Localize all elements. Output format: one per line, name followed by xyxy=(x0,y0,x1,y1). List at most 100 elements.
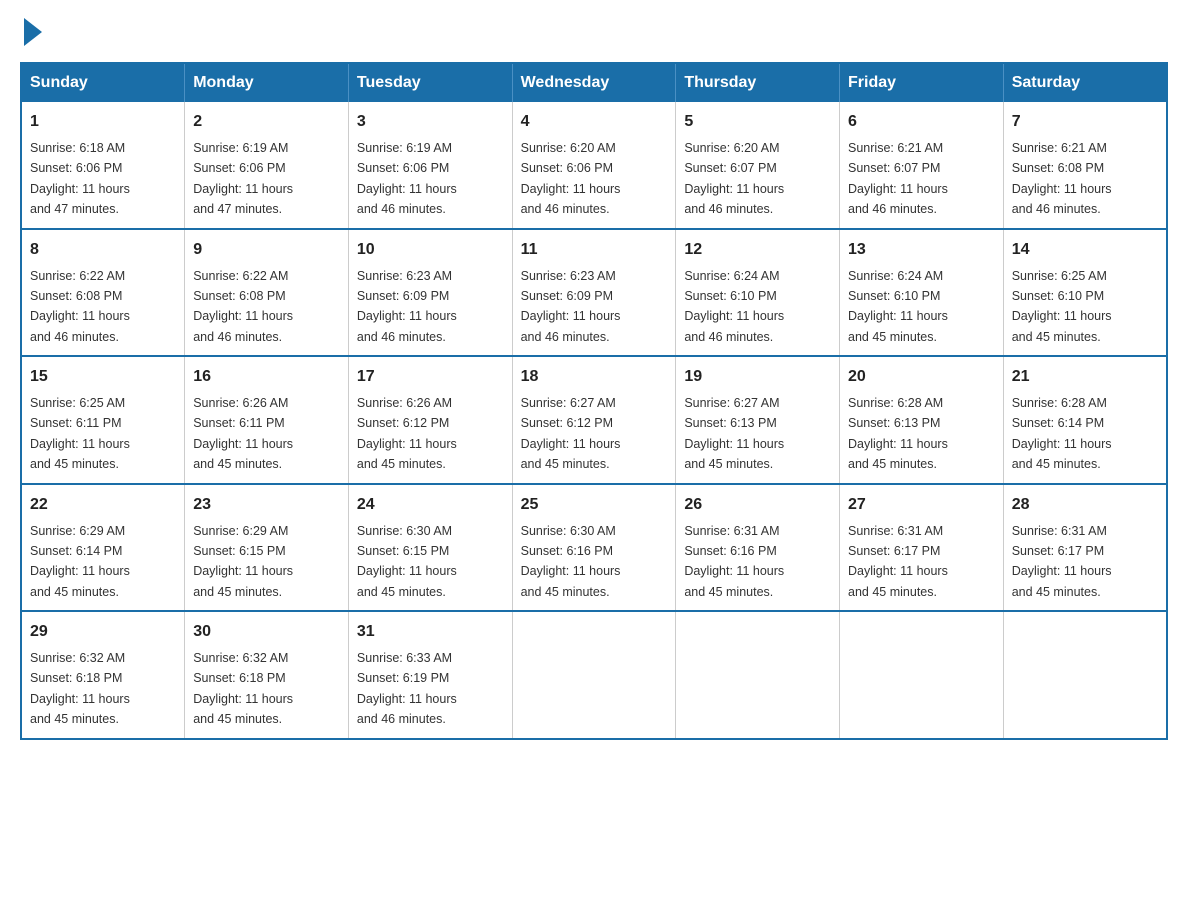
calendar-cell: 4 Sunrise: 6:20 AMSunset: 6:06 PMDayligh… xyxy=(512,102,676,229)
calendar-cell: 13 Sunrise: 6:24 AMSunset: 6:10 PMDaylig… xyxy=(840,229,1004,357)
day-info: Sunrise: 6:33 AMSunset: 6:19 PMDaylight:… xyxy=(357,651,457,726)
day-info: Sunrise: 6:25 AMSunset: 6:10 PMDaylight:… xyxy=(1012,269,1112,344)
day-info: Sunrise: 6:28 AMSunset: 6:14 PMDaylight:… xyxy=(1012,396,1112,471)
day-number: 22 xyxy=(30,493,176,517)
calendar-cell: 11 Sunrise: 6:23 AMSunset: 6:09 PMDaylig… xyxy=(512,229,676,357)
day-info: Sunrise: 6:19 AMSunset: 6:06 PMDaylight:… xyxy=(357,141,457,216)
day-number: 23 xyxy=(193,493,340,517)
calendar-cell xyxy=(840,611,1004,739)
day-number: 7 xyxy=(1012,110,1158,134)
calendar-cell: 2 Sunrise: 6:19 AMSunset: 6:06 PMDayligh… xyxy=(185,102,349,229)
calendar-week-row: 29 Sunrise: 6:32 AMSunset: 6:18 PMDaylig… xyxy=(21,611,1167,739)
logo xyxy=(20,20,42,42)
logo-arrow-icon xyxy=(24,18,42,46)
calendar-header-sunday: Sunday xyxy=(21,63,185,102)
calendar-week-row: 8 Sunrise: 6:22 AMSunset: 6:08 PMDayligh… xyxy=(21,229,1167,357)
day-info: Sunrise: 6:31 AMSunset: 6:17 PMDaylight:… xyxy=(848,524,948,599)
calendar-cell: 9 Sunrise: 6:22 AMSunset: 6:08 PMDayligh… xyxy=(185,229,349,357)
calendar-header-wednesday: Wednesday xyxy=(512,63,676,102)
calendar-cell: 23 Sunrise: 6:29 AMSunset: 6:15 PMDaylig… xyxy=(185,484,349,612)
day-info: Sunrise: 6:28 AMSunset: 6:13 PMDaylight:… xyxy=(848,396,948,471)
day-info: Sunrise: 6:27 AMSunset: 6:13 PMDaylight:… xyxy=(684,396,784,471)
calendar-header-thursday: Thursday xyxy=(676,63,840,102)
day-info: Sunrise: 6:26 AMSunset: 6:12 PMDaylight:… xyxy=(357,396,457,471)
day-info: Sunrise: 6:21 AMSunset: 6:07 PMDaylight:… xyxy=(848,141,948,216)
day-number: 13 xyxy=(848,238,995,262)
day-info: Sunrise: 6:23 AMSunset: 6:09 PMDaylight:… xyxy=(357,269,457,344)
calendar-cell: 26 Sunrise: 6:31 AMSunset: 6:16 PMDaylig… xyxy=(676,484,840,612)
day-number: 15 xyxy=(30,365,176,389)
day-number: 8 xyxy=(30,238,176,262)
day-number: 30 xyxy=(193,620,340,644)
calendar-cell: 5 Sunrise: 6:20 AMSunset: 6:07 PMDayligh… xyxy=(676,102,840,229)
day-number: 31 xyxy=(357,620,504,644)
day-info: Sunrise: 6:25 AMSunset: 6:11 PMDaylight:… xyxy=(30,396,130,471)
day-number: 25 xyxy=(521,493,668,517)
day-info: Sunrise: 6:24 AMSunset: 6:10 PMDaylight:… xyxy=(848,269,948,344)
day-number: 10 xyxy=(357,238,504,262)
day-info: Sunrise: 6:27 AMSunset: 6:12 PMDaylight:… xyxy=(521,396,621,471)
calendar-cell: 10 Sunrise: 6:23 AMSunset: 6:09 PMDaylig… xyxy=(348,229,512,357)
calendar-week-row: 1 Sunrise: 6:18 AMSunset: 6:06 PMDayligh… xyxy=(21,102,1167,229)
calendar-cell: 17 Sunrise: 6:26 AMSunset: 6:12 PMDaylig… xyxy=(348,356,512,484)
day-number: 2 xyxy=(193,110,340,134)
calendar-cell: 15 Sunrise: 6:25 AMSunset: 6:11 PMDaylig… xyxy=(21,356,185,484)
calendar-cell: 31 Sunrise: 6:33 AMSunset: 6:19 PMDaylig… xyxy=(348,611,512,739)
day-info: Sunrise: 6:30 AMSunset: 6:15 PMDaylight:… xyxy=(357,524,457,599)
day-info: Sunrise: 6:32 AMSunset: 6:18 PMDaylight:… xyxy=(193,651,293,726)
calendar-cell: 22 Sunrise: 6:29 AMSunset: 6:14 PMDaylig… xyxy=(21,484,185,612)
day-number: 11 xyxy=(521,238,668,262)
day-info: Sunrise: 6:19 AMSunset: 6:06 PMDaylight:… xyxy=(193,141,293,216)
day-info: Sunrise: 6:31 AMSunset: 6:17 PMDaylight:… xyxy=(1012,524,1112,599)
calendar-cell xyxy=(676,611,840,739)
calendar-cell: 1 Sunrise: 6:18 AMSunset: 6:06 PMDayligh… xyxy=(21,102,185,229)
calendar-cell: 8 Sunrise: 6:22 AMSunset: 6:08 PMDayligh… xyxy=(21,229,185,357)
day-number: 14 xyxy=(1012,238,1158,262)
calendar-header-row: SundayMondayTuesdayWednesdayThursdayFrid… xyxy=(21,63,1167,102)
calendar-cell: 27 Sunrise: 6:31 AMSunset: 6:17 PMDaylig… xyxy=(840,484,1004,612)
calendar-cell: 29 Sunrise: 6:32 AMSunset: 6:18 PMDaylig… xyxy=(21,611,185,739)
day-info: Sunrise: 6:30 AMSunset: 6:16 PMDaylight:… xyxy=(521,524,621,599)
calendar-cell xyxy=(512,611,676,739)
day-info: Sunrise: 6:20 AMSunset: 6:07 PMDaylight:… xyxy=(684,141,784,216)
calendar-cell: 28 Sunrise: 6:31 AMSunset: 6:17 PMDaylig… xyxy=(1003,484,1167,612)
day-number: 27 xyxy=(848,493,995,517)
calendar-cell: 30 Sunrise: 6:32 AMSunset: 6:18 PMDaylig… xyxy=(185,611,349,739)
day-info: Sunrise: 6:21 AMSunset: 6:08 PMDaylight:… xyxy=(1012,141,1112,216)
calendar-cell: 12 Sunrise: 6:24 AMSunset: 6:10 PMDaylig… xyxy=(676,229,840,357)
day-info: Sunrise: 6:22 AMSunset: 6:08 PMDaylight:… xyxy=(193,269,293,344)
day-info: Sunrise: 6:29 AMSunset: 6:14 PMDaylight:… xyxy=(30,524,130,599)
day-number: 26 xyxy=(684,493,831,517)
day-info: Sunrise: 6:22 AMSunset: 6:08 PMDaylight:… xyxy=(30,269,130,344)
calendar-cell: 3 Sunrise: 6:19 AMSunset: 6:06 PMDayligh… xyxy=(348,102,512,229)
day-number: 28 xyxy=(1012,493,1158,517)
day-info: Sunrise: 6:31 AMSunset: 6:16 PMDaylight:… xyxy=(684,524,784,599)
day-number: 1 xyxy=(30,110,176,134)
day-info: Sunrise: 6:23 AMSunset: 6:09 PMDaylight:… xyxy=(521,269,621,344)
calendar-cell: 18 Sunrise: 6:27 AMSunset: 6:12 PMDaylig… xyxy=(512,356,676,484)
day-number: 24 xyxy=(357,493,504,517)
calendar-week-row: 15 Sunrise: 6:25 AMSunset: 6:11 PMDaylig… xyxy=(21,356,1167,484)
day-number: 5 xyxy=(684,110,831,134)
day-number: 19 xyxy=(684,365,831,389)
day-info: Sunrise: 6:18 AMSunset: 6:06 PMDaylight:… xyxy=(30,141,130,216)
page-header xyxy=(20,20,1168,42)
calendar-header-saturday: Saturday xyxy=(1003,63,1167,102)
day-number: 4 xyxy=(521,110,668,134)
day-number: 18 xyxy=(521,365,668,389)
calendar-week-row: 22 Sunrise: 6:29 AMSunset: 6:14 PMDaylig… xyxy=(21,484,1167,612)
day-number: 21 xyxy=(1012,365,1158,389)
day-number: 20 xyxy=(848,365,995,389)
day-number: 3 xyxy=(357,110,504,134)
calendar-header-monday: Monday xyxy=(185,63,349,102)
day-number: 29 xyxy=(30,620,176,644)
calendar-cell: 6 Sunrise: 6:21 AMSunset: 6:07 PMDayligh… xyxy=(840,102,1004,229)
day-info: Sunrise: 6:29 AMSunset: 6:15 PMDaylight:… xyxy=(193,524,293,599)
calendar-header-friday: Friday xyxy=(840,63,1004,102)
day-number: 12 xyxy=(684,238,831,262)
day-number: 16 xyxy=(193,365,340,389)
calendar-cell: 25 Sunrise: 6:30 AMSunset: 6:16 PMDaylig… xyxy=(512,484,676,612)
day-info: Sunrise: 6:20 AMSunset: 6:06 PMDaylight:… xyxy=(521,141,621,216)
calendar-header-tuesday: Tuesday xyxy=(348,63,512,102)
calendar-cell xyxy=(1003,611,1167,739)
